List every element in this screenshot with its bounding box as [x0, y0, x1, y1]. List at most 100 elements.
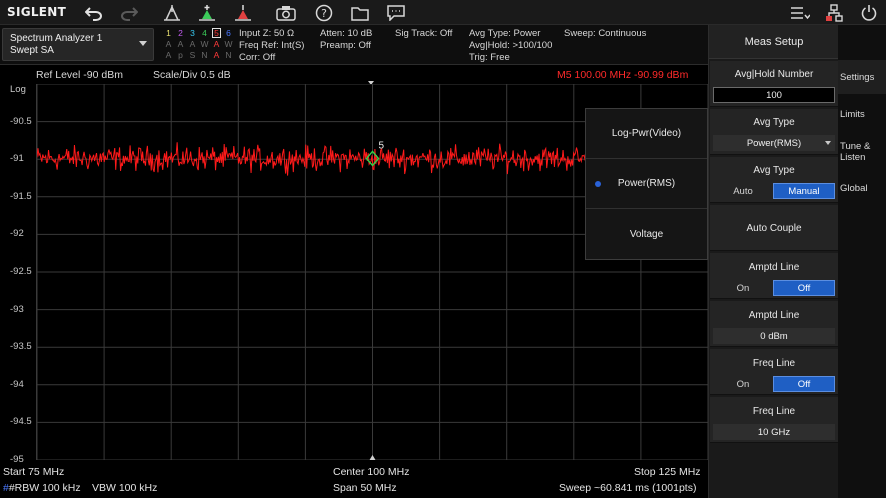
help-icon[interactable]: ?	[314, 3, 334, 22]
tab-global[interactable]: Global	[840, 183, 867, 194]
message-icon[interactable]	[386, 3, 406, 22]
amptd-line-value-label: Amptd Line	[748, 310, 800, 321]
tab-settings[interactable]: Settings	[840, 72, 874, 83]
tab-tune-line2: Listen	[840, 152, 866, 163]
option-label: Power(RMS)	[617, 178, 676, 189]
auto-couple-label: Auto Couple	[746, 223, 802, 234]
trace-2[interactable]: 2	[176, 28, 185, 38]
freq-line-value[interactable]: 10 GHz	[713, 424, 835, 440]
amptd-line-on[interactable]: On	[713, 280, 773, 296]
freq-line-value-label: Freq Line	[752, 406, 796, 417]
avg-type-label: Avg Type	[753, 117, 795, 128]
panel-title[interactable]: Meas Setup	[709, 25, 839, 59]
avg-hold-group: Avg|Hold Number 100	[710, 61, 838, 107]
avg-type-select[interactable]: Power(RMS)	[713, 135, 835, 151]
camera-icon[interactable]	[276, 3, 296, 22]
trace-modes: A A A W A W	[165, 39, 233, 49]
meas-setup-panel: Meas Setup Avg|Hold Number 100 Avg Type …	[708, 25, 839, 498]
trace-3[interactable]: 3	[188, 28, 197, 38]
avg-type-status: Avg Type: Power	[469, 28, 541, 39]
menu-list-icon[interactable]	[790, 3, 810, 22]
freq-line-off[interactable]: Off	[773, 376, 835, 392]
y-tick-label: -93.5	[10, 341, 32, 353]
y-tick-label: -91	[10, 153, 24, 165]
avg-type-group: Avg Type Power(RMS)	[710, 109, 838, 155]
freq-line-group: Freq Line On Off	[710, 349, 838, 395]
rbw[interactable]: ##RBW 100 kHz	[3, 482, 81, 494]
trace-6[interactable]: 6	[224, 28, 233, 38]
mode-selector[interactable]: Spectrum Analyzer 1 Swept SA	[2, 28, 154, 61]
chevron-down-icon	[825, 141, 831, 145]
undo-icon[interactable]	[84, 3, 104, 22]
vbw[interactable]: VBW 100 kHz	[92, 482, 157, 494]
input-impedance: Input Z: 50 Ω	[239, 28, 295, 39]
avg-hold-status: Avg|Hold: >100/100	[469, 40, 553, 51]
freq-line-value-group: Freq Line 10 GHz	[710, 397, 838, 443]
brand-logo: SIGLENT	[7, 5, 67, 19]
folder-icon[interactable]	[350, 3, 370, 22]
center-freq[interactable]: Center 100 MHz	[333, 466, 409, 478]
center-bottom-triangle	[369, 455, 376, 460]
marker-icon[interactable]	[233, 3, 253, 22]
auto-couple-button[interactable]: Auto Couple	[710, 205, 838, 251]
marker-5-label: 5	[379, 140, 385, 151]
tab-tune-listen[interactable]: Tune & Listen	[840, 141, 870, 163]
marker-readout: M5 100.00 MHz -90.99 dBm	[557, 69, 689, 81]
frequency-footer: Start 75 MHz Center 100 MHz Stop 125 MHz…	[0, 464, 708, 498]
freq-ref: Freq Ref: Int(S)	[239, 40, 305, 51]
option-power-rms[interactable]: Power(RMS)	[586, 159, 707, 209]
start-freq[interactable]: Start 75 MHz	[3, 466, 64, 478]
tab-limits[interactable]: Limits	[840, 109, 865, 120]
avg-type-value: Power(RMS)	[746, 137, 802, 149]
option-label: Voltage	[629, 228, 664, 240]
option-log-pwr-video[interactable]: Log-Pwr(Video)	[586, 109, 707, 159]
top-toolbar: SIGLENT ?	[0, 0, 886, 25]
avg-hold-input[interactable]: 100	[713, 87, 835, 103]
option-voltage[interactable]: Voltage	[586, 209, 707, 259]
amptd-line-value[interactable]: 0 dBm	[713, 328, 835, 344]
mode-type: Swept SA	[10, 45, 54, 56]
trigger-status: Trig: Free	[469, 52, 510, 63]
freq-line-toggle: On Off	[713, 376, 835, 392]
span[interactable]: Span 50 MHz	[333, 482, 397, 494]
y-tick-label: -92	[10, 228, 24, 240]
marker-add-icon[interactable]	[197, 3, 217, 22]
avg-type-auto[interactable]: Auto	[713, 183, 773, 199]
y-tick-label: -90.5	[10, 115, 32, 127]
y-tick-label: -94	[10, 378, 24, 390]
sig-track: Sig Track: Off	[395, 28, 453, 39]
trace-5-active[interactable]: 5	[212, 28, 221, 38]
chevron-down-icon	[139, 41, 147, 46]
freq-line-on[interactable]: On	[713, 376, 773, 392]
amptd-line-label: Amptd Line	[748, 262, 800, 273]
graph-header: Ref Level -90 dBm Scale/Div 0.5 dB M5 10…	[0, 67, 708, 85]
sweep-mode: Sweep: Continuous	[564, 28, 647, 39]
stop-freq[interactable]: Stop 125 MHz	[634, 466, 701, 478]
attenuation: Atten: 10 dB	[320, 28, 373, 39]
redo-icon[interactable]	[119, 3, 139, 22]
avg-hold-label: Avg|Hold Number	[734, 69, 814, 80]
freq-line-label: Freq Line	[752, 358, 796, 369]
avg-type-toggle: Auto Manual	[713, 183, 835, 199]
avg-type-mode-label: Avg Type	[753, 165, 795, 176]
selected-radio-icon	[595, 181, 601, 187]
y-tick-label: -92.5	[10, 266, 32, 277]
correction: Corr: Off	[239, 52, 276, 63]
preamp: Preamp: Off	[320, 40, 372, 51]
trace-4[interactable]: 4	[200, 28, 209, 38]
y-scale-label: Log	[10, 84, 26, 95]
trace-numbers[interactable]: 1 2 3 4 5 6	[164, 28, 233, 38]
ref-level[interactable]: Ref Level -90 dBm	[36, 69, 123, 81]
peak-icon[interactable]	[162, 3, 182, 22]
amptd-line-toggle: On Off	[713, 280, 835, 296]
scale-div[interactable]: Scale/Div 0.5 dB	[153, 69, 231, 81]
y-tick-label: -93	[10, 303, 24, 315]
amptd-line-off[interactable]: Off	[773, 280, 835, 296]
avg-type-manual[interactable]: Manual	[773, 183, 835, 199]
power-icon[interactable]	[859, 3, 879, 22]
sweep-time[interactable]: Sweep ~60.841 ms (1001pts)	[559, 482, 696, 494]
avg-type-dropdown: Log-Pwr(Video) Power(RMS) Voltage	[585, 108, 708, 260]
trace-1[interactable]: 1	[164, 28, 173, 38]
network-icon[interactable]	[824, 3, 844, 22]
trace-detectors: A p S N A N	[165, 50, 232, 60]
